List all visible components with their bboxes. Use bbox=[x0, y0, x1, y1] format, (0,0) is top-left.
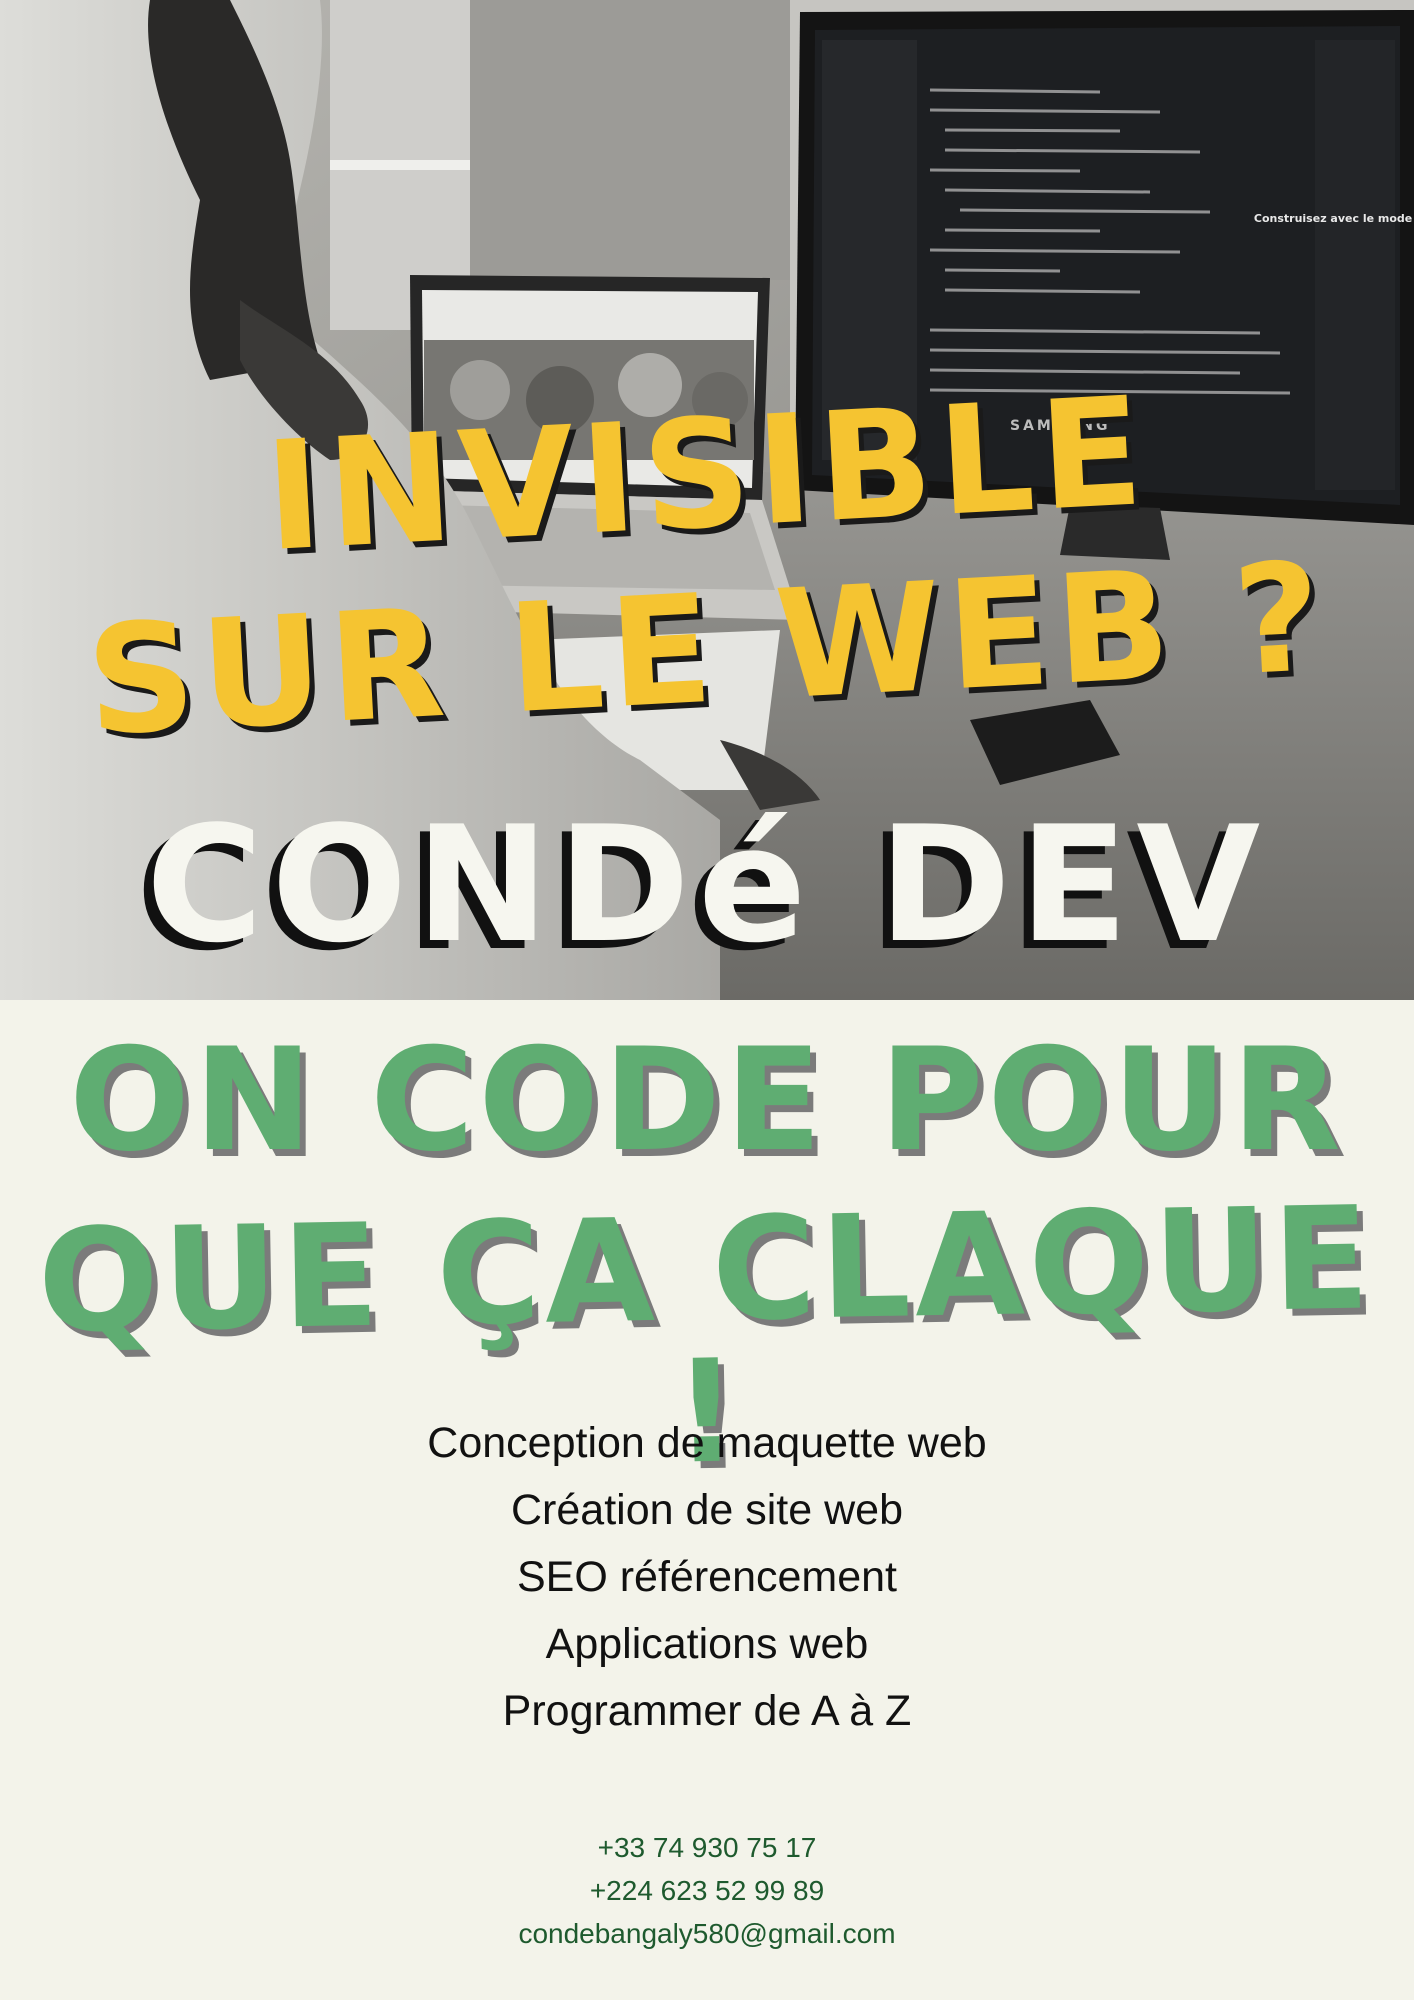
service-item: Création de site web bbox=[511, 1486, 903, 1534]
email-address[interactable]: condebangaly580@gmail.com bbox=[0, 1912, 1414, 1955]
brand-name: CONDé DEV bbox=[145, 791, 1269, 978]
service-item: SEO référencement bbox=[516, 1553, 897, 1601]
service-item: Applications web bbox=[545, 1620, 869, 1668]
contact-block: +33 74 930 75 17 +224 623 52 99 89 conde… bbox=[0, 1826, 1414, 1955]
service-item: Programmer de A à Z bbox=[502, 1687, 912, 1735]
shelf-board bbox=[330, 160, 470, 170]
services-list: Conception de maquette web Création de s… bbox=[0, 1410, 1414, 1745]
service-item: Conception de maquette web bbox=[427, 1419, 987, 1467]
slogan-line-1: ON CODE POUR bbox=[69, 1018, 1345, 1183]
agent-title: Construisez avec le mode agent. bbox=[1254, 212, 1414, 225]
cork-board bbox=[470, 0, 790, 280]
phone-france[interactable]: +33 74 930 75 17 bbox=[0, 1826, 1414, 1869]
phone-guinea[interactable]: +224 623 52 99 89 bbox=[0, 1869, 1414, 1912]
